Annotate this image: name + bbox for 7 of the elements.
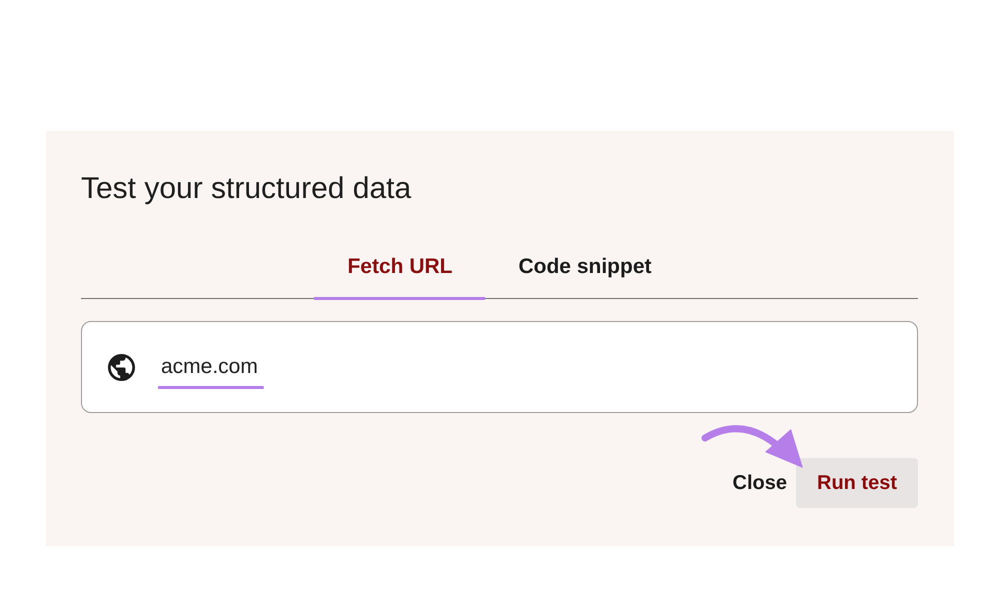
tab[interactable]: Code snippet (485, 241, 684, 300)
tab[interactable]: Fetch URL (314, 241, 486, 300)
url-field[interactable]: acme.com (81, 321, 918, 413)
dialog-title: Test your structured data (81, 171, 412, 207)
run-test-button[interactable]: Run test (796, 458, 918, 508)
close-button[interactable]: Close (730, 466, 790, 500)
globe-icon (108, 354, 135, 380)
